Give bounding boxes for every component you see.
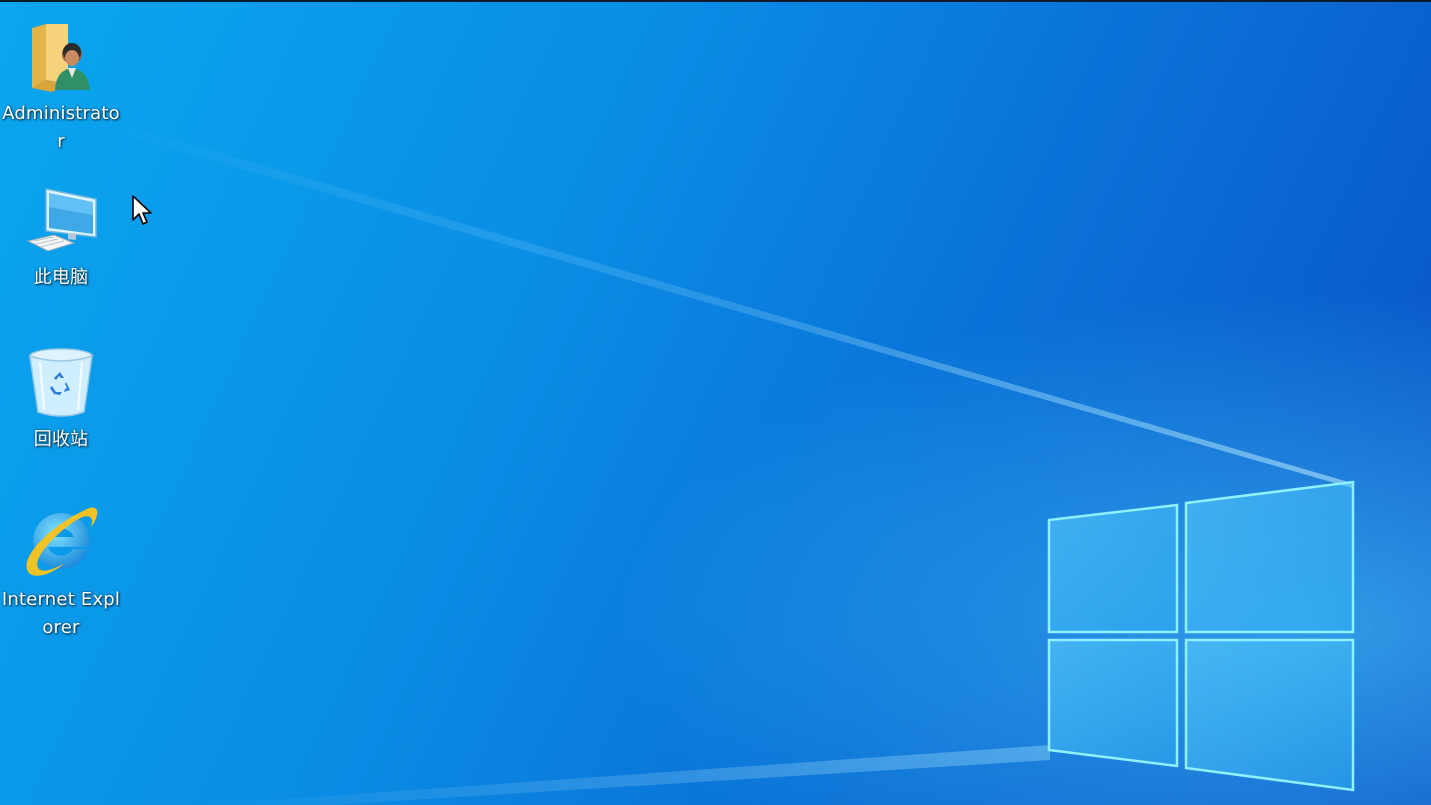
desktop-icon-this-pc[interactable]: 此电脑 [2,180,120,292]
computer-icon [21,180,101,260]
icon-label: Administrator [2,103,120,152]
windows-logo [1047,480,1355,792]
user-folder-icon [21,16,101,96]
mouse-cursor-icon [132,195,152,225]
icon-label: Internet Explorer [1,589,121,638]
recycle-bin-icon [21,342,101,422]
logo-pane-bottom-right [1184,638,1355,792]
desktop-icon-recycle-bin[interactable]: 回收站 [2,342,120,454]
logo-pane-bottom-left [1047,638,1179,768]
icon-label: 回收站 [33,429,89,450]
logo-pane-top-left [1047,503,1179,634]
desktop-icon-administrator[interactable]: Administrator [2,16,120,156]
desktop-background[interactable]: Administrator 此电脑 回收站 Internet Explorer [0,0,1431,805]
logo-pane-top-right [1184,480,1355,634]
internet-explorer-icon [21,502,101,582]
desktop-icon-internet-explorer[interactable]: Internet Explorer [2,502,120,642]
icon-label: 此电脑 [33,267,89,288]
